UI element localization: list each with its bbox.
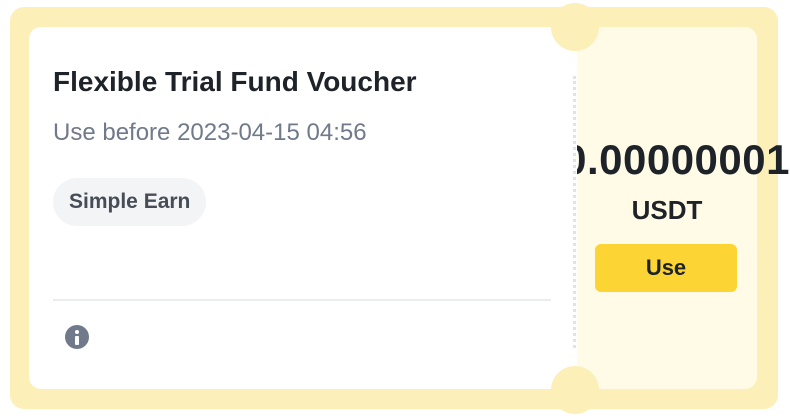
product-tag: Simple Earn [53,178,207,226]
info-icon-bar [75,336,79,345]
info-icon-dot [75,330,79,334]
ticket-notch-top [551,3,599,51]
voucher-title: Flexible Trial Fund Voucher [53,66,417,97]
ticket-notch-bottom [551,366,599,414]
details-divider [53,299,551,301]
voucher-amount: 0.00000001 [577,136,790,183]
perforation-divider [573,76,576,348]
info-icon[interactable] [65,325,89,349]
voucher-currency: USDT [631,195,703,225]
voucher-expiry: Use before 2023-04-15 04:56 [53,119,367,146]
use-button[interactable]: Use [595,244,737,292]
amount-container: 0.00000001 [577,136,790,186]
